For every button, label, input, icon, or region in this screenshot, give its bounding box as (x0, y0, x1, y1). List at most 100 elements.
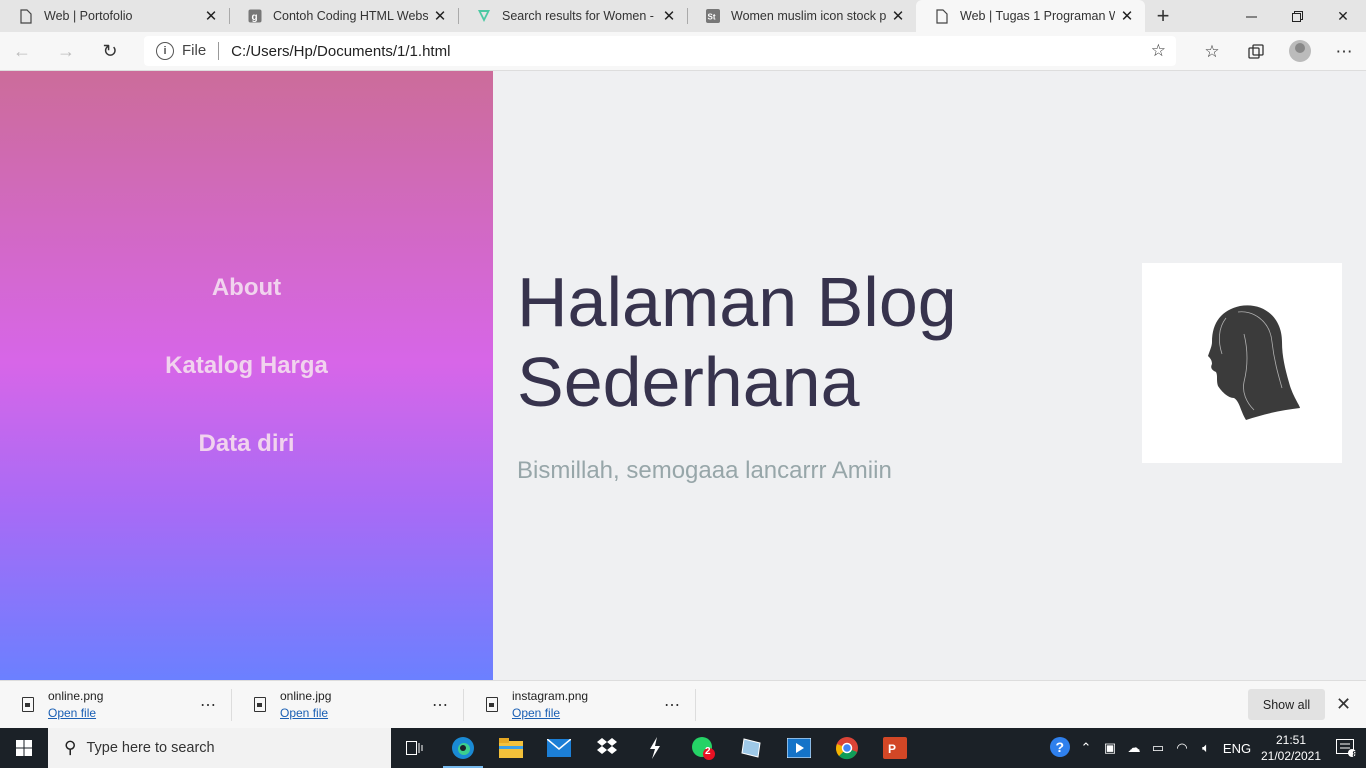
address-bar[interactable]: i File C:/Users/Hp/Documents/1/1.html ☆ (144, 36, 1176, 66)
url-scheme: File (182, 42, 220, 60)
clock-date: 21/02/2021 (1260, 749, 1322, 763)
nav-link-about[interactable]: About (212, 274, 281, 302)
refresh-icon[interactable]: ↻ (88, 32, 132, 71)
whatsapp-icon[interactable]: 2 (679, 728, 727, 768)
more-options-icon[interactable]: ⋯ (432, 695, 449, 715)
more-menu-icon[interactable]: ⋯ (1322, 32, 1366, 71)
file-icon (22, 697, 34, 712)
help-icon[interactable]: ? (1046, 736, 1074, 761)
collections-icon[interactable] (1234, 32, 1278, 71)
nav-link-katalog-harga[interactable]: Katalog Harga (165, 352, 328, 380)
chevron-up-icon[interactable]: ⌃ (1074, 740, 1098, 756)
close-tab-icon[interactable]: ✕ (890, 8, 906, 25)
page-subtitle: Bismillah, semogaaa lancarrr Amiin (517, 457, 892, 484)
close-tab-icon[interactable]: ✕ (661, 8, 677, 25)
minimize-icon[interactable] (1228, 0, 1274, 32)
flaticon-icon (476, 8, 492, 24)
chrome-icon[interactable] (823, 728, 871, 768)
download-filename: online.png (48, 689, 104, 703)
back-arrow-icon[interactable]: ← (0, 32, 44, 71)
onedrive-cloud-icon[interactable]: ☁ (1122, 740, 1146, 756)
powerpoint-icon[interactable]: P (871, 728, 919, 768)
edge-browser-icon[interactable] (439, 728, 487, 768)
svg-text:g: g (252, 12, 258, 23)
search-placeholder: Type here to search (86, 740, 215, 756)
url-text[interactable]: C:/Users/Hp/Documents/1/1.html (231, 43, 450, 60)
download-bar: online.png Open file ⋯ online.jpg Open f… (0, 680, 1366, 728)
close-tab-icon[interactable]: ✕ (203, 8, 219, 25)
close-download-bar-icon[interactable]: ✕ (1336, 694, 1351, 715)
tab-title: Web | Tugas 1 Programan Web (960, 9, 1115, 23)
toolbar-actions: ☆ ⋯ (1190, 32, 1366, 71)
tab-strip: Web | Portofolio ✕ g Contoh Coding HTML … (0, 0, 1366, 32)
stock-icon: St (705, 8, 721, 24)
download-item[interactable]: online.png Open file ⋯ (0, 688, 232, 721)
tab-stock-photo[interactable]: St Women muslim icon stock pho ✕ (687, 0, 916, 32)
page-title: Halaman Blog Sederhana (517, 263, 957, 421)
restore-icon[interactable] (1274, 0, 1320, 32)
main-content: Halaman Blog Sederhana Bismillah, semoga… (493, 71, 1366, 680)
whatsapp-badge: 2 (705, 746, 711, 757)
page-icon (934, 8, 950, 24)
tab-tugas-active[interactable]: Web | Tugas 1 Programan Web ✕ (916, 0, 1145, 32)
tab-portofolio[interactable]: Web | Portofolio ✕ (0, 0, 229, 32)
system-tray: ? ⌃ ▣ ☁ ▭ ◠ 🔈︎ ENG 21:51 21/02/2021 8 (1046, 728, 1366, 768)
tab-title: Contoh Coding HTML Website (273, 9, 428, 23)
search-icon: ⚲ (64, 738, 77, 757)
tab-title: Search results for Women - Fla (502, 9, 657, 23)
language-indicator[interactable]: ENG (1218, 741, 1256, 756)
clock[interactable]: 21:51 21/02/2021 (1256, 732, 1326, 764)
tab-title: Web | Portofolio (44, 9, 133, 23)
svg-text:St: St (708, 13, 716, 22)
web-page: About Katalog Harga Data diri Halaman Bl… (0, 71, 1366, 680)
close-tab-icon[interactable]: ✕ (1119, 8, 1135, 25)
sidebar-nav: About Katalog Harga Data diri (0, 71, 493, 680)
notification-count: 8 (1352, 750, 1357, 759)
more-options-icon[interactable]: ⋯ (664, 695, 681, 715)
download-item[interactable]: online.jpg Open file ⋯ (232, 688, 464, 721)
clock-time: 21:51 (1275, 733, 1307, 747)
download-item[interactable]: instagram.png Open file ⋯ (464, 688, 696, 721)
info-icon[interactable]: i (156, 42, 174, 60)
more-options-icon[interactable]: ⋯ (200, 695, 217, 715)
svg-text:P: P (888, 742, 896, 756)
taskbar-search[interactable]: ⚲ Type here to search (48, 728, 391, 768)
file-icon (486, 697, 498, 712)
download-filename: online.jpg (280, 689, 332, 703)
battery-icon[interactable]: ▭ (1146, 740, 1170, 756)
tab-flaticon[interactable]: Search results for Women - Fla ✕ (458, 0, 687, 32)
lightning-app-icon[interactable] (631, 728, 679, 768)
open-file-link[interactable]: Open file (512, 706, 588, 720)
task-view-icon[interactable] (391, 728, 439, 768)
open-file-link[interactable]: Open file (48, 706, 103, 720)
file-explorer-icon[interactable] (487, 728, 535, 768)
site-g-icon: g (247, 8, 263, 24)
svg-text:?: ? (1056, 739, 1065, 755)
profile-avatar-icon[interactable] (1289, 40, 1311, 62)
mail-icon[interactable] (535, 728, 583, 768)
volume-icon[interactable]: 🔈︎ (1194, 740, 1218, 756)
hijab-woman-silhouette-icon (1142, 263, 1342, 463)
browser-toolbar: ← → ↻ i File C:/Users/Hp/Documents/1/1.h… (0, 32, 1366, 71)
notification-center-icon[interactable]: 8 (1326, 739, 1366, 759)
window-controls: ✕ (1228, 0, 1366, 32)
show-all-button[interactable]: Show all (1248, 689, 1325, 720)
meet-now-icon[interactable]: ▣ (1098, 740, 1122, 756)
page-icon (18, 8, 34, 24)
windows-taskbar: ⚲ Type here to search 2 P ? ⌃ ▣ ☁ ▭ ◠ 🔈︎… (0, 728, 1366, 768)
open-file-link[interactable]: Open file (280, 706, 331, 720)
wifi-icon[interactable]: ◠ (1170, 740, 1194, 756)
notepad-icon[interactable] (727, 728, 775, 768)
close-window-icon[interactable]: ✕ (1320, 0, 1366, 32)
tab-contoh-coding[interactable]: g Contoh Coding HTML Website ✕ (229, 0, 458, 32)
windows-start-icon[interactable] (0, 728, 48, 768)
tab-title: Women muslim icon stock pho (731, 9, 886, 23)
new-tab-button[interactable]: + (1145, 0, 1181, 32)
close-tab-icon[interactable]: ✕ (432, 8, 448, 25)
nav-link-data-diri[interactable]: Data diri (198, 430, 294, 458)
dropbox-icon[interactable] (583, 728, 631, 768)
forward-arrow-icon[interactable]: → (44, 32, 88, 71)
add-favorite-icon[interactable]: ☆ (1151, 41, 1166, 61)
favorites-icon[interactable]: ☆ (1190, 32, 1234, 71)
video-player-icon[interactable] (775, 728, 823, 768)
